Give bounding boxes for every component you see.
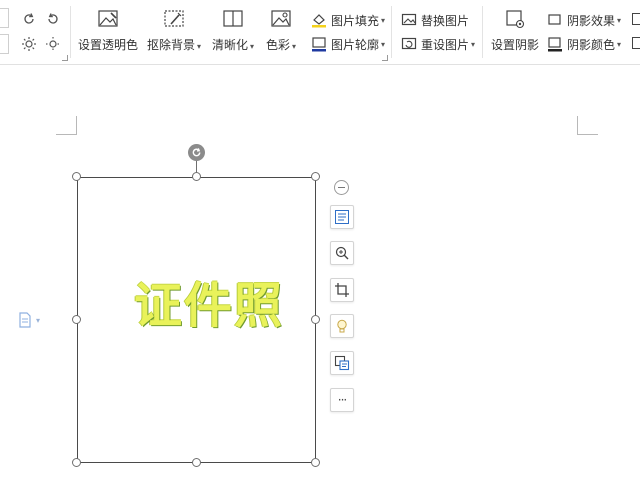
picture-fill-label: 图片填充 — [331, 13, 380, 28]
shadow-color-label: 阴影颜色 — [567, 37, 616, 52]
lightbulb-icon — [337, 319, 347, 333]
replace-picture-label: 替换图片 — [421, 13, 470, 28]
dropdown-caret-icon: ▾ — [292, 42, 297, 51]
document-icon — [19, 312, 31, 328]
reset-picture-label: 重设图片 — [421, 37, 470, 52]
resize-handle-left[interactable] — [72, 315, 81, 324]
resize-handle-top-left[interactable] — [72, 172, 81, 181]
dropdown-caret-icon: ▾ — [250, 42, 255, 51]
set-transparent-color-button[interactable]: 设置透明色 — [78, 8, 138, 56]
dropdown-caret-icon: ▾ — [197, 42, 202, 51]
resize-handle-top-right[interactable] — [311, 172, 320, 181]
more-options-button[interactable]: ··· — [330, 388, 354, 412]
convert-picture-button[interactable] — [330, 351, 354, 375]
dropdown-caret-icon: ▾ — [381, 15, 386, 25]
set-shadow-button[interactable]: 设置阴影 — [490, 8, 540, 56]
layout-options-button[interactable] — [330, 205, 354, 229]
text-wrap-icon — [335, 210, 349, 224]
resize-handle-top[interactable] — [192, 172, 201, 181]
resize-handle-right[interactable] — [311, 315, 320, 324]
resize-handle-bottom-left[interactable] — [72, 458, 81, 467]
collapse-toolbar-icon[interactable] — [334, 180, 349, 195]
shadow-effect-button[interactable]: 阴影效果 ▾ — [546, 10, 621, 30]
transparent-color-icon — [94, 8, 122, 30]
shadow-color-icon — [546, 36, 564, 52]
crop-button[interactable] — [330, 278, 354, 302]
rotate-handle-icon[interactable] — [188, 144, 205, 161]
rotate-left-icon[interactable] — [20, 10, 38, 28]
shadow-effect-icon — [546, 12, 564, 28]
brightness-decrease-icon[interactable] — [44, 35, 62, 53]
page-margin-mark-right — [577, 116, 598, 135]
set-shadow-label: 设置阴影 — [490, 38, 539, 52]
clipped-input-box-bottom[interactable] — [0, 34, 9, 54]
brightness-increase-icon[interactable] — [20, 35, 38, 53]
picture-idea-button[interactable] — [330, 314, 354, 338]
clipped-toolbar-icon-top[interactable] — [632, 13, 640, 25]
group-launcher-corner[interactable] — [382, 55, 388, 61]
rotate-right-icon[interactable] — [44, 10, 62, 28]
picture-fill-button[interactable]: 图片填充 ▾ — [310, 10, 385, 30]
clipped-toolbar-icon-bottom[interactable] — [632, 37, 640, 49]
zoom-in-icon — [335, 246, 349, 260]
replace-picture-icon — [400, 12, 418, 28]
separator — [482, 6, 483, 58]
picture-outline-label: 图片轮廓 — [331, 37, 380, 52]
shadow-settings-icon — [501, 8, 529, 30]
separator — [70, 6, 71, 58]
crop-icon — [335, 283, 349, 297]
sharpen-button[interactable]: 清晰化 ▾ — [210, 8, 256, 56]
sharpen-label: 清晰化 — [211, 38, 248, 52]
dropdown-caret-icon: ▾ — [617, 39, 622, 49]
reset-picture-button[interactable]: 重设图片 ▾ — [400, 34, 475, 54]
color-label: 色彩 — [265, 38, 290, 52]
color-button[interactable]: 色彩 ▾ — [264, 8, 298, 56]
more-icon: ··· — [337, 393, 348, 407]
outline-icon — [310, 36, 328, 52]
shadow-color-button[interactable]: 阴影颜色 ▾ — [546, 34, 621, 54]
dropdown-caret-icon: ▾ — [617, 15, 622, 25]
replace-picture-button[interactable]: 替换图片 — [400, 10, 469, 30]
picture-outline-button[interactable]: 图片轮廓 ▾ — [310, 34, 385, 54]
color-icon — [267, 8, 295, 30]
resize-handle-bottom-right[interactable] — [311, 458, 320, 467]
fill-bucket-icon — [310, 12, 328, 28]
reset-picture-icon — [400, 36, 418, 52]
set-transparent-color-label: 设置透明色 — [78, 38, 139, 52]
remove-background-icon — [160, 8, 188, 30]
picture-tools-ribbon: 设置透明色 抠除背景 ▾ 清晰化 ▾ 色彩 ▾ 图片填充 ▾ 图片轮廓 ▾ 替换… — [0, 0, 640, 65]
group-launcher-corner[interactable] — [62, 55, 68, 61]
page-margin-mark-left — [56, 116, 77, 135]
paragraph-layout-marker[interactable]: ▾ — [18, 312, 40, 328]
shadow-effect-label: 阴影效果 — [567, 13, 616, 28]
sharpen-icon — [219, 8, 247, 30]
remove-background-label: 抠除背景 — [146, 38, 195, 52]
clipped-input-box-top[interactable] — [0, 8, 9, 28]
dropdown-caret-icon: ▾ — [471, 39, 476, 49]
zoom-picture-button[interactable] — [330, 241, 354, 265]
dropdown-caret-icon: ▾ — [381, 39, 386, 49]
remove-background-button[interactable]: 抠除背景 ▾ — [146, 8, 202, 56]
picture-text-id-photo: 证件照 — [134, 278, 285, 334]
resize-handle-bottom[interactable] — [192, 458, 201, 467]
picture-to-text-icon — [334, 355, 350, 371]
dropdown-caret-icon: ▾ — [36, 315, 41, 325]
separator — [391, 6, 392, 58]
